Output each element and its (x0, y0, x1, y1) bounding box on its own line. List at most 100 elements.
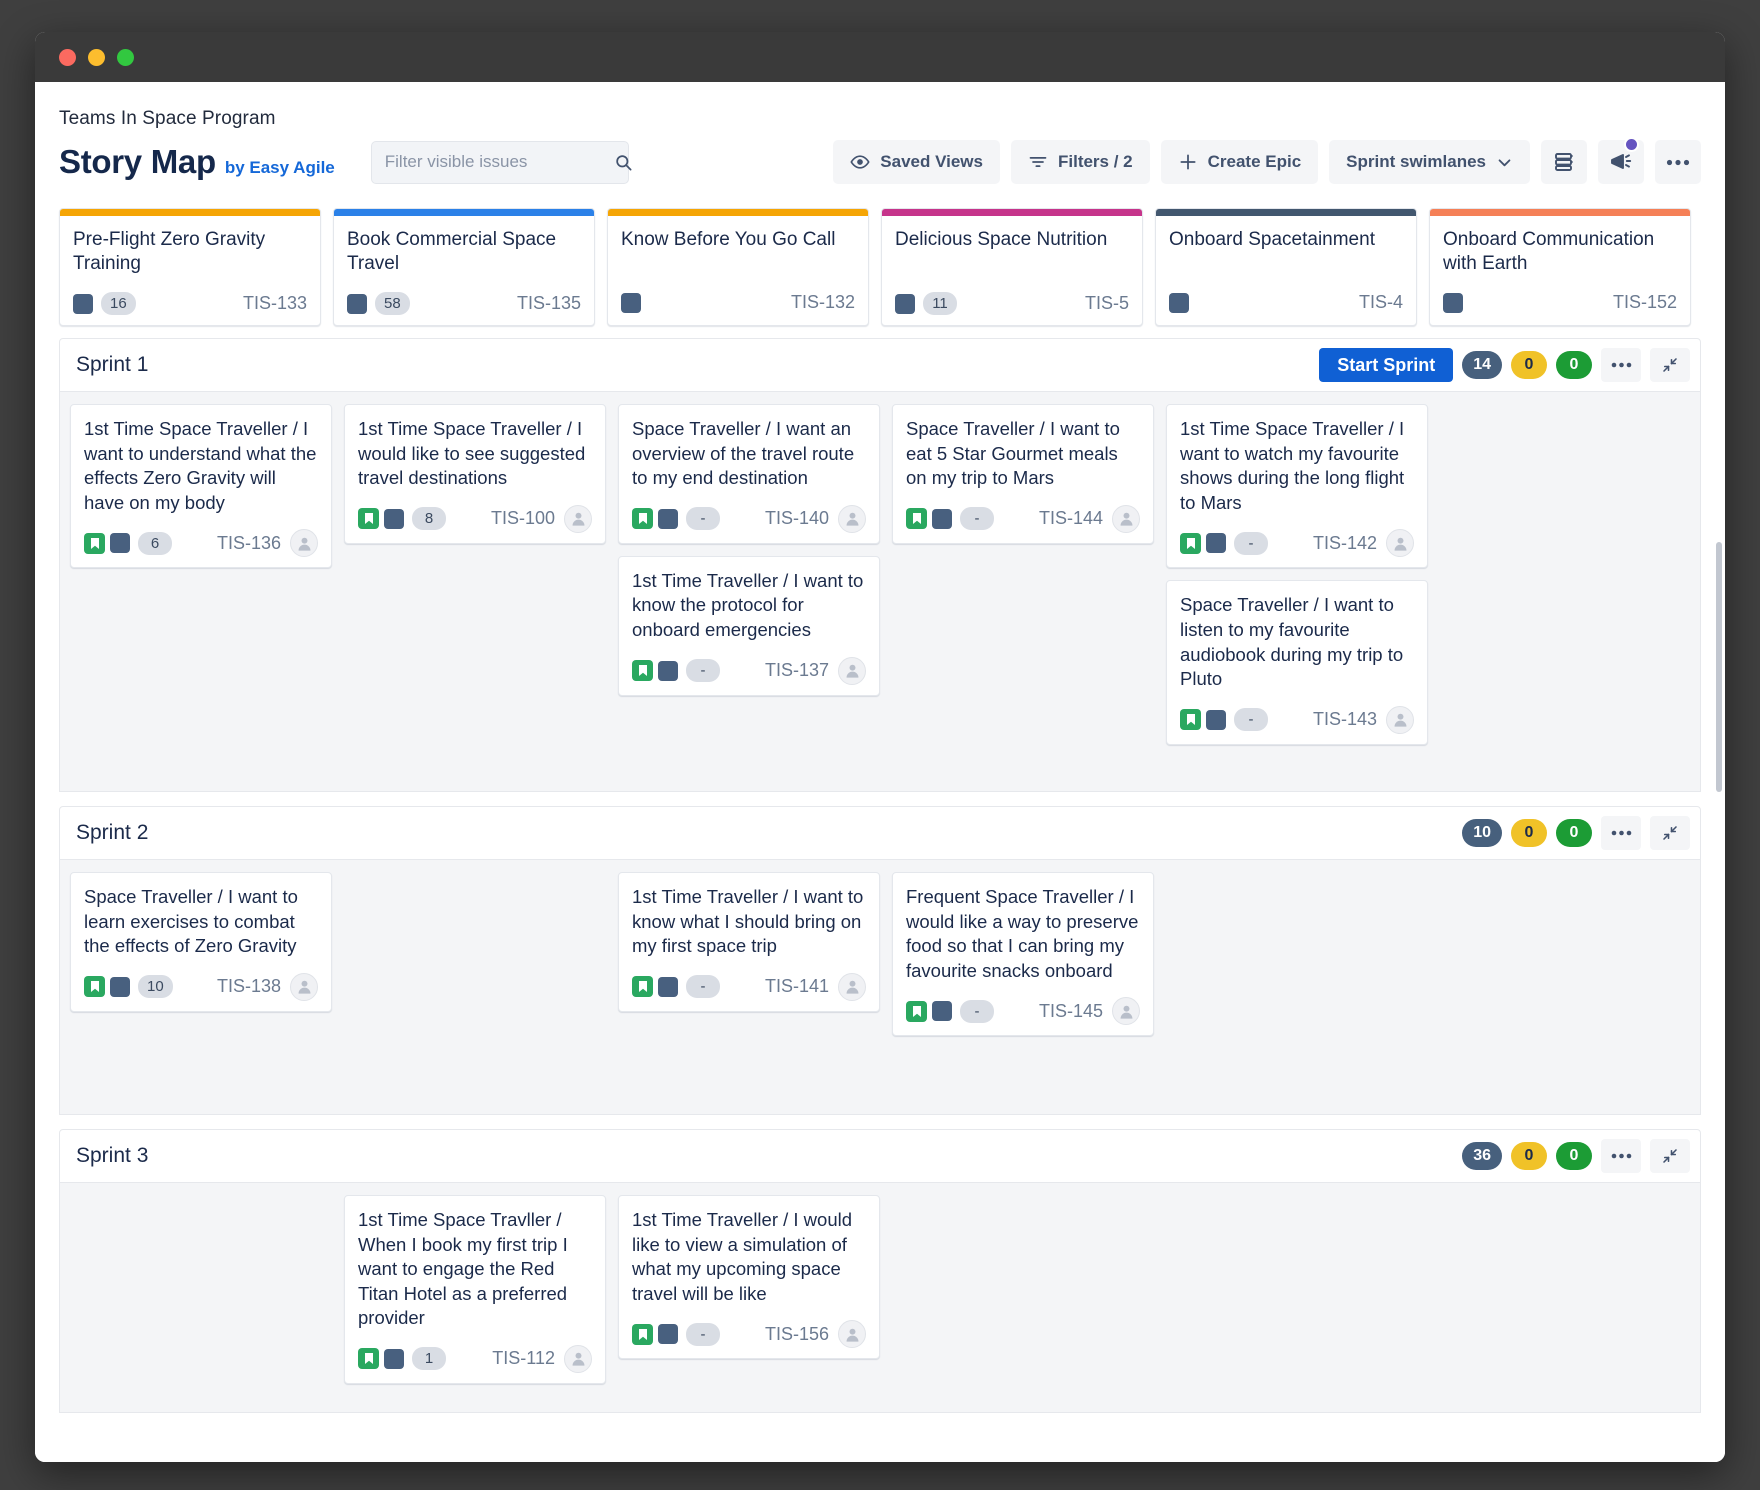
assignee-avatar[interactable] (1386, 529, 1414, 558)
assignee-avatar[interactable] (564, 1344, 592, 1373)
epic-link-icon (384, 508, 404, 529)
assignee-avatar[interactable] (290, 972, 318, 1001)
story-type-icon (84, 532, 105, 554)
story-card[interactable]: 1st Time Space Traveller / I would like … (344, 404, 606, 544)
swimlane-collapse-button[interactable] (1650, 816, 1690, 850)
story-issue-key: TIS-100 (490, 508, 555, 529)
assignee-avatar[interactable] (1112, 504, 1140, 533)
assignee-avatar[interactable] (838, 1320, 866, 1349)
story-card[interactable]: Space Traveller / I want to listen to my… (1166, 580, 1428, 745)
story-card[interactable]: 1st Time Space Traveller / I want to und… (70, 404, 332, 569)
sprint-inprogress-badge: 0 (1511, 1142, 1547, 1170)
story-title: Frequent Space Traveller / I would like … (906, 886, 1139, 981)
swimlane-column: 1st Time Space Traveller / I want to und… (70, 404, 332, 569)
swimlane-header: Sprint 2 10 0 0 (59, 806, 1701, 860)
swimlane-column: Frequent Space Traveller / I would like … (892, 872, 1154, 1037)
swimlanes-container: Sprint 1 Start Sprint 14 0 0 1st Time Space T… (35, 338, 1725, 1462)
story-points-badge: - (686, 507, 720, 531)
assignee-avatar[interactable] (564, 504, 592, 533)
assignee-avatar[interactable] (1386, 705, 1414, 734)
epic-title: Delicious Space Nutrition (895, 229, 1108, 250)
swimlanes-dropdown[interactable]: Sprint swimlanes (1329, 140, 1530, 184)
epic-card[interactable]: Delicious Space Nutrition 11 TIS-5 (881, 208, 1143, 326)
story-card[interactable]: Space Traveller / I want to learn exerci… (70, 872, 332, 1012)
epic-issue-key: TIS-152 (1612, 292, 1677, 312)
epic-body: Know Before You Go Call TIS-132 (608, 216, 868, 325)
story-points-badge: - (960, 999, 994, 1023)
assignee-avatar[interactable] (838, 504, 866, 533)
story-card[interactable]: 1st Time Traveller / I would like to vie… (618, 1195, 880, 1360)
minimize-window-button[interactable] (88, 48, 105, 66)
swimlane-more-button[interactable] (1601, 348, 1641, 382)
header-row: Story Map by Easy Agile Filter visible i… (59, 137, 1701, 184)
story-card[interactable]: 1st Time Space Travller / When I book my… (344, 1195, 606, 1384)
story-title: 1st Time Traveller / I want to know the … (632, 569, 864, 640)
more-options-button[interactable] (1655, 140, 1701, 184)
eye-icon (850, 152, 870, 172)
swimlanes-label: Sprint swimlanes (1346, 152, 1486, 171)
epic-body: Delicious Space Nutrition 11 TIS-5 (882, 216, 1142, 325)
swimlane: Sprint 3 36 0 0 1st Time Space Travller / Wh… (59, 1129, 1701, 1413)
story-issue-key: TIS-141 (764, 976, 829, 997)
story-card[interactable]: 1st Time Traveller / I want to know the … (618, 555, 880, 696)
epic-card[interactable]: Book Commercial Space Travel 58 TIS-135 (333, 208, 595, 326)
search-input[interactable] (384, 152, 606, 172)
story-type-icon (632, 976, 653, 998)
story-type-icon (906, 1000, 927, 1022)
story-card[interactable]: Frequent Space Traveller / I would like … (892, 872, 1154, 1037)
layers-button[interactable] (1541, 140, 1587, 184)
application-window: Teams In Space Program Story Map by Easy… (35, 32, 1725, 1462)
desktop-background: Teams In Space Program Story Map by Easy… (0, 0, 1760, 1490)
assignee-avatar[interactable] (838, 972, 866, 1001)
sprint-inprogress-badge: 0 (1511, 819, 1547, 847)
epic-card[interactable]: Know Before You Go Call TIS-132 (607, 208, 869, 326)
assignee-avatar[interactable] (838, 656, 866, 685)
close-window-button[interactable] (59, 48, 76, 66)
notification-dot (1624, 137, 1639, 152)
announcements-button[interactable] (1598, 137, 1644, 184)
sprint-done-badge: 0 (1556, 1142, 1592, 1170)
title-group: Story Map by Easy Agile (59, 143, 335, 181)
story-footer: - TIS-140 (632, 504, 866, 533)
search-box[interactable] (370, 140, 632, 184)
assignee-avatar[interactable] (1112, 997, 1140, 1026)
assignee-avatar[interactable] (290, 529, 318, 558)
story-type-icon (358, 1348, 379, 1370)
story-footer: - TIS-143 (1180, 705, 1414, 734)
vertical-scrollbar[interactable] (1716, 542, 1722, 792)
epic-title: Know Before You Go Call (621, 229, 836, 250)
swimlane-collapse-button[interactable] (1650, 348, 1690, 382)
sprint-done-badge: 0 (1556, 819, 1592, 847)
start-sprint-button[interactable]: Start Sprint (1319, 348, 1454, 382)
swimlane-more-button[interactable] (1601, 816, 1641, 850)
epic-title: Book Commercial Space Travel (347, 229, 557, 275)
saved-views-button[interactable]: Saved Views (833, 140, 1000, 184)
epic-card[interactable]: Onboard Spacetainment TIS-4 (1155, 208, 1417, 326)
maximize-window-button[interactable] (117, 48, 134, 66)
epic-link-icon (658, 660, 678, 681)
epics-row: Pre-Flight Zero Gravity Training 16 TIS-13… (35, 208, 1725, 326)
story-card[interactable]: Space Traveller / I want to eat 5 Star G… (892, 404, 1154, 544)
epic-card[interactable]: Onboard Communication with Earth TIS-152 (1429, 208, 1691, 326)
epic-card[interactable]: Pre-Flight Zero Gravity Training 16 TIS-13… (59, 208, 321, 326)
story-card[interactable]: 1st Time Traveller / I want to know what… (618, 872, 880, 1012)
story-issue-key: TIS-138 (216, 976, 281, 997)
story-points-badge: 1 (412, 1347, 446, 1371)
swimlane-column: 1st Time Traveller / I want to know what… (618, 872, 880, 1012)
filters-button[interactable]: Filters / 2 (1010, 140, 1150, 184)
story-card[interactable]: 1st Time Space Traveller / I want to wat… (1166, 404, 1428, 569)
story-issue-key: TIS-143 (1312, 709, 1377, 730)
app-content: Teams In Space Program Story Map by Easy… (35, 82, 1725, 1462)
epic-link-icon (932, 1001, 952, 1022)
story-points-badge: 6 (138, 531, 172, 555)
epic-issue-key: TIS-132 (790, 292, 855, 312)
epic-type-icon (73, 293, 93, 314)
story-points-badge: - (686, 975, 720, 999)
story-points-badge: 10 (138, 975, 173, 999)
sprint-total-badge: 10 (1462, 819, 1502, 847)
story-card[interactable]: Space Traveller / I want an overview of … (618, 404, 880, 544)
create-epic-button[interactable]: Create Epic (1160, 140, 1319, 184)
swimlane-collapse-button[interactable] (1650, 1139, 1690, 1173)
swimlane-column: 1st Time Space Traveller / I want to wat… (1166, 404, 1428, 745)
swimlane-more-button[interactable] (1601, 1139, 1641, 1173)
